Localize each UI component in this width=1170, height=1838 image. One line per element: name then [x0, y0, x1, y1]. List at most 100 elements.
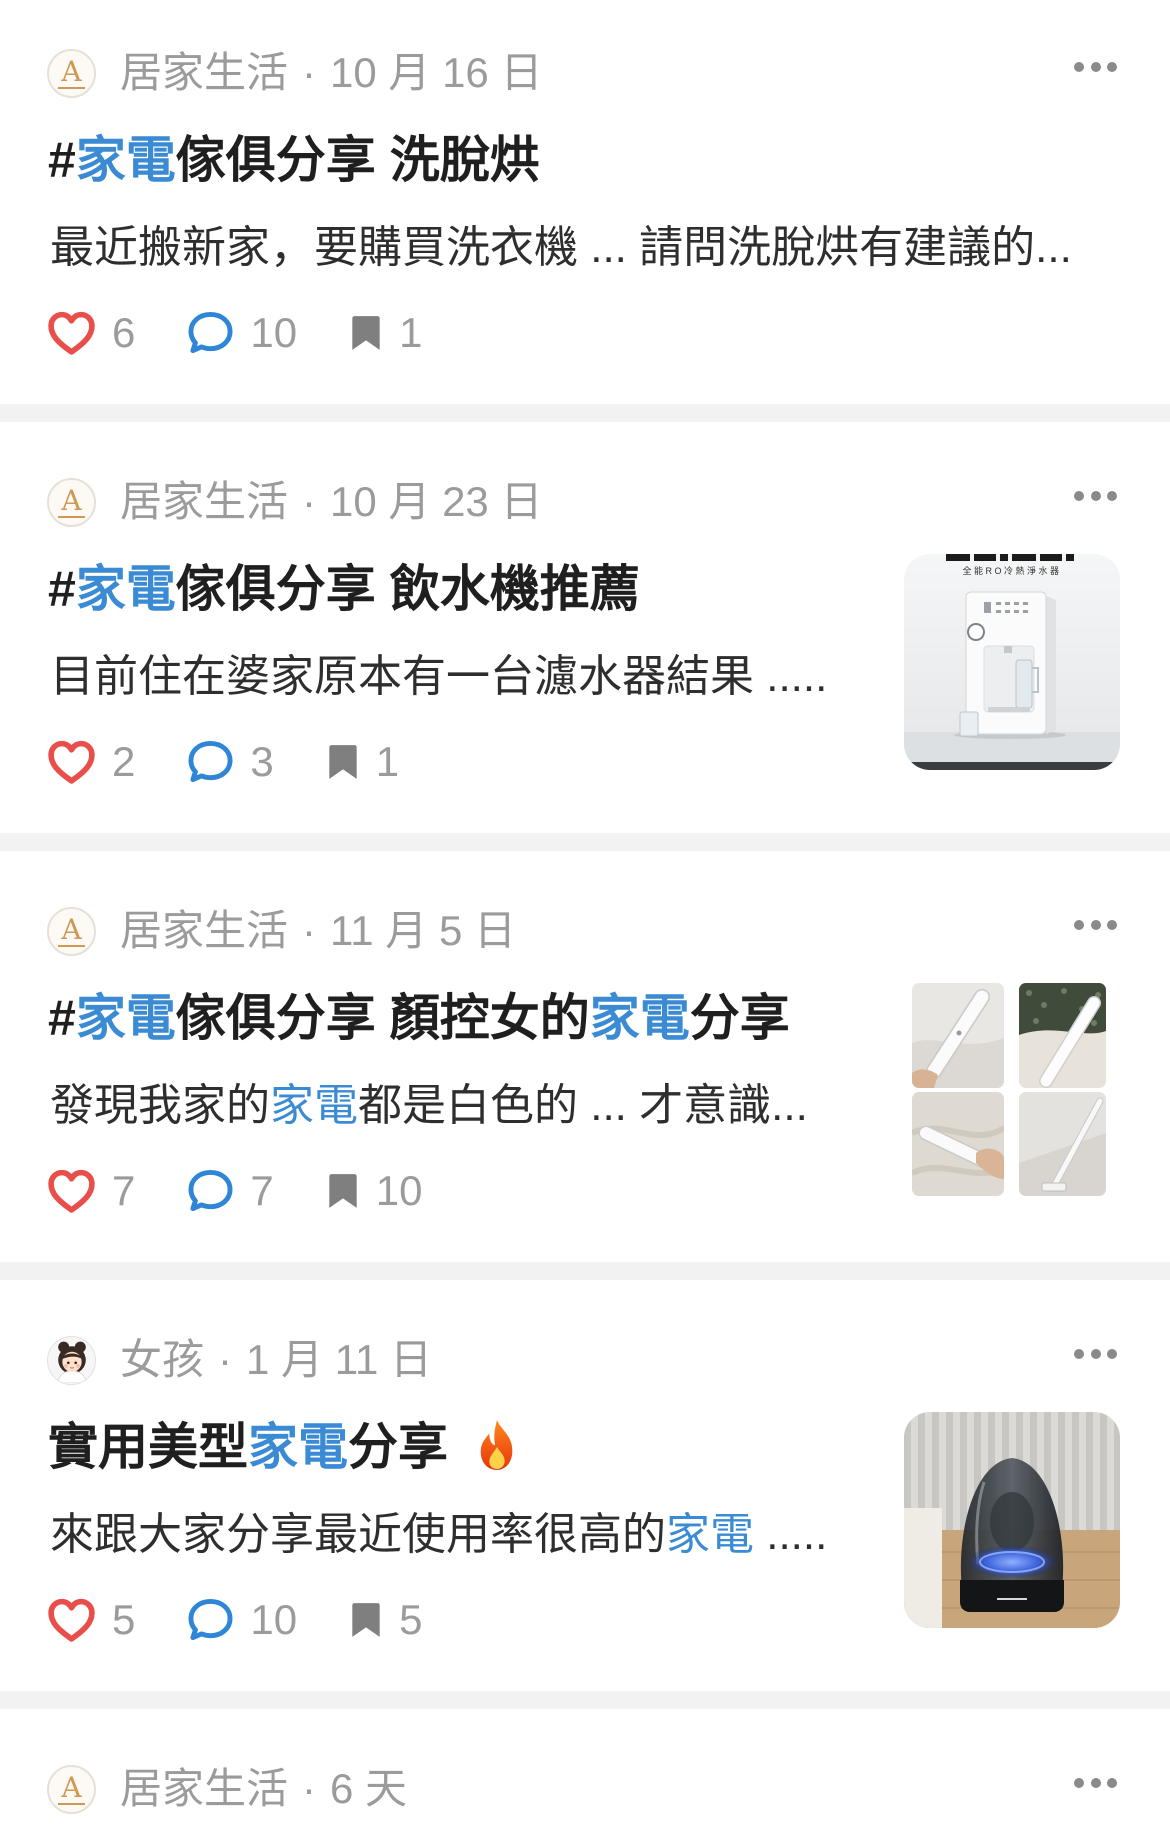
more-dot — [1074, 62, 1084, 72]
more-dot — [1074, 1349, 1084, 1359]
title-text: 分享 — [689, 990, 790, 1046]
post-card[interactable]: A 居家生活10 月 16 日 #家電傢俱分享 洗脫烘最近搬新家，要購買洗衣機 ..… — [0, 0, 1170, 404]
community-logo-letter: A — [58, 1773, 85, 1805]
like-button[interactable]: 6 — [47, 303, 135, 363]
like-button[interactable]: 2 — [47, 732, 135, 792]
community-logo-icon[interactable]: A — [47, 906, 96, 956]
comment-button[interactable]: 7 — [187, 1161, 274, 1221]
title-text: 分享 — [348, 1419, 448, 1475]
comment-bubble-icon — [187, 1597, 234, 1643]
more-dot — [1074, 1778, 1084, 1788]
community-logo-icon[interactable]: A — [47, 48, 96, 98]
community-name[interactable]: 居家生活 — [120, 1765, 288, 1812]
save-button[interactable]: 10 — [326, 1161, 423, 1221]
comment-count: 10 — [250, 309, 298, 356]
comment-bubble-icon — [187, 310, 234, 356]
save-button[interactable]: 1 — [349, 303, 422, 363]
title-highlight: 家電 — [75, 561, 176, 617]
title-text: 實用美型 — [48, 1419, 248, 1475]
post-card[interactable]: 女孩1 月 11 日實用美型家電分享來跟大家分享最近使用率很高的家電 .....… — [0, 1280, 1170, 1691]
like-button[interactable]: 5 — [47, 1590, 135, 1650]
post-excerpt: 目前住在婆家原本有一台濾水器結果 ..... — [50, 647, 827, 707]
more-dots-icon[interactable] — [1074, 62, 1117, 72]
heart-icon — [47, 310, 96, 356]
more-dots-icon[interactable] — [1074, 920, 1117, 930]
save-count: 5 — [399, 1596, 423, 1643]
more-dots-icon[interactable] — [1074, 1778, 1117, 1788]
post-header: A 居家生活10 月 23 日 — [47, 472, 542, 532]
comment-button[interactable]: 10 — [187, 303, 297, 363]
community-logo-letter: A — [58, 915, 85, 947]
comment-button[interactable]: 10 — [187, 1590, 297, 1650]
post-card[interactable]: A 居家生活10 月 23 日 #家電傢俱分享 飲水機推薦目前住在婆家原本有一台濾水… — [0, 422, 1170, 833]
excerpt-text: 來跟大家分享最近使用率很高的 — [50, 1510, 666, 1559]
post-title: #家電傢俱分享 顏控女的家電分享 — [48, 986, 790, 1050]
comment-bubble-icon — [187, 1168, 234, 1214]
like-button[interactable]: 7 — [47, 1161, 135, 1221]
search-results-feed: A居家生活10 月 16 日#家電傢俱分享 洗脫烘最近搬新家，要購買洗衣機 ..… — [0, 0, 1170, 1838]
water-dispenser-photo[interactable]: 全能RO冷熱淨水器 — [904, 554, 1120, 770]
post-header: A 居家生活11 月 5 日 — [47, 901, 516, 961]
community-name[interactable]: 居家生活 — [120, 478, 288, 525]
community-logo-icon[interactable]: A — [47, 1764, 96, 1814]
community-name[interactable]: 女孩 — [120, 1336, 204, 1383]
like-count: 5 — [112, 1596, 136, 1643]
post-date: 10 月 16 日 — [288, 49, 542, 96]
more-dot — [1090, 62, 1101, 72]
dome-speaker-photo[interactable] — [904, 1412, 1120, 1628]
vacuum-collage-photo[interactable] — [904, 983, 1120, 1199]
bookmark-icon — [326, 1171, 360, 1211]
post-stats: 2 3 1 — [47, 732, 451, 792]
post-meta: 居家生活6 天 — [120, 1759, 407, 1819]
like-count: 7 — [112, 1167, 136, 1214]
more-dots-icon[interactable] — [1074, 1349, 1117, 1359]
more-dot — [1107, 920, 1117, 930]
post-stats: 7 7 10 — [47, 1161, 474, 1221]
save-count: 1 — [375, 738, 400, 785]
title-highlight: 家電 — [248, 1419, 348, 1475]
more-dot — [1090, 1778, 1101, 1788]
save-button[interactable]: 5 — [349, 1590, 422, 1650]
girl-avatar-icon[interactable] — [47, 1335, 96, 1385]
title-highlight: 家電 — [75, 132, 176, 188]
like-count: 6 — [112, 309, 136, 356]
excerpt-text: 目前住在婆家原本有一台濾水器結果 ..... — [50, 652, 828, 701]
post-date: 1 月 11 日 — [204, 1336, 432, 1383]
fire-icon — [474, 1418, 520, 1472]
heart-icon — [47, 1597, 96, 1643]
community-name[interactable]: 居家生活 — [120, 907, 288, 954]
more-dot — [1090, 491, 1101, 501]
title-text: # — [48, 132, 76, 188]
save-count: 10 — [375, 1167, 423, 1214]
community-logo-letter: A — [58, 57, 85, 89]
comment-count: 7 — [250, 1167, 274, 1214]
post-stats: 6 10 1 — [47, 303, 474, 363]
title-highlight: 家電 — [75, 990, 176, 1046]
community-name[interactable]: 居家生活 — [120, 49, 288, 96]
post-card[interactable]: A 居家生活6 天 — [0, 1709, 1170, 1838]
post-meta: 居家生活10 月 16 日 — [120, 43, 542, 103]
post-divider — [0, 833, 1170, 851]
save-count: 1 — [399, 309, 423, 356]
more-dot — [1107, 62, 1117, 72]
excerpt-text: 都是白色的 ... 才意識... — [358, 1081, 808, 1130]
post-card[interactable]: A 居家生活11 月 5 日 #家電傢俱分享 顏控女的家電分享發現我家的家電都是白色… — [0, 851, 1170, 1262]
post-title: #家電傢俱分享 飲水機推薦 — [48, 557, 640, 621]
comment-bubble-icon — [187, 739, 234, 785]
post-excerpt: 發現我家的家電都是白色的 ... 才意識... — [50, 1076, 808, 1136]
community-logo-icon[interactable]: A — [47, 477, 96, 527]
post-divider — [0, 1691, 1170, 1709]
title-text: # — [48, 561, 76, 617]
post-header: A 居家生活10 月 16 日 — [47, 43, 542, 103]
more-dot — [1107, 1349, 1117, 1359]
comment-count: 3 — [250, 738, 274, 785]
comment-button[interactable]: 3 — [187, 732, 274, 792]
title-highlight: 家電 — [589, 990, 690, 1046]
post-date: 11 月 5 日 — [288, 907, 516, 954]
post-meta: 居家生活10 月 23 日 — [120, 472, 542, 532]
save-button[interactable]: 1 — [326, 732, 399, 792]
post-title: #家電傢俱分享 洗脫烘 — [48, 128, 540, 192]
more-dot — [1090, 1349, 1101, 1359]
more-dots-icon[interactable] — [1074, 491, 1117, 501]
photo-caption-text: 全能RO冷熱淨水器 — [962, 565, 1061, 576]
